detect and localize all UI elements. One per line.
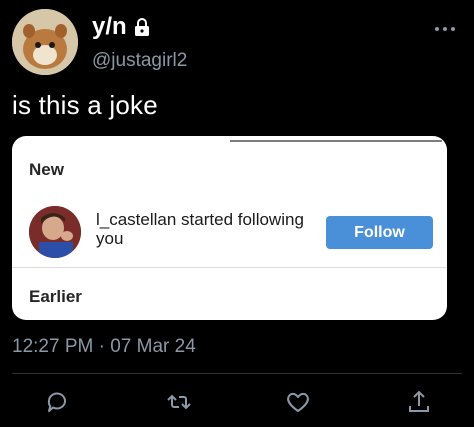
notification-text: l_castellan started following you — [96, 210, 304, 248]
display-name[interactable]: y/n — [92, 13, 127, 41]
follow-button[interactable]: Follow — [326, 216, 433, 249]
card-topline — [230, 140, 442, 142]
lock-icon — [133, 18, 151, 36]
display-name-row: y/n — [92, 13, 151, 41]
section-earlier-heading: Earlier — [29, 287, 82, 306]
action-bar — [0, 388, 474, 418]
notification-avatar — [29, 206, 81, 258]
author-avatar[interactable] — [12, 9, 78, 75]
reply-icon[interactable] — [43, 388, 71, 416]
handle[interactable]: @justagirl2 — [92, 50, 187, 72]
tweet-timestamp[interactable]: 12:27 PM · 07 Mar 24 — [12, 336, 196, 358]
tweet-text: is this a joke — [12, 90, 158, 120]
notification-card[interactable]: New l_castellan started following you Fo… — [12, 136, 447, 320]
retweet-icon[interactable] — [165, 388, 193, 416]
like-icon[interactable] — [284, 388, 312, 416]
divider — [12, 373, 462, 374]
card-divider — [12, 267, 447, 268]
share-icon[interactable] — [405, 388, 433, 416]
section-new-heading: New — [29, 160, 64, 179]
more-icon[interactable] — [434, 20, 456, 31]
